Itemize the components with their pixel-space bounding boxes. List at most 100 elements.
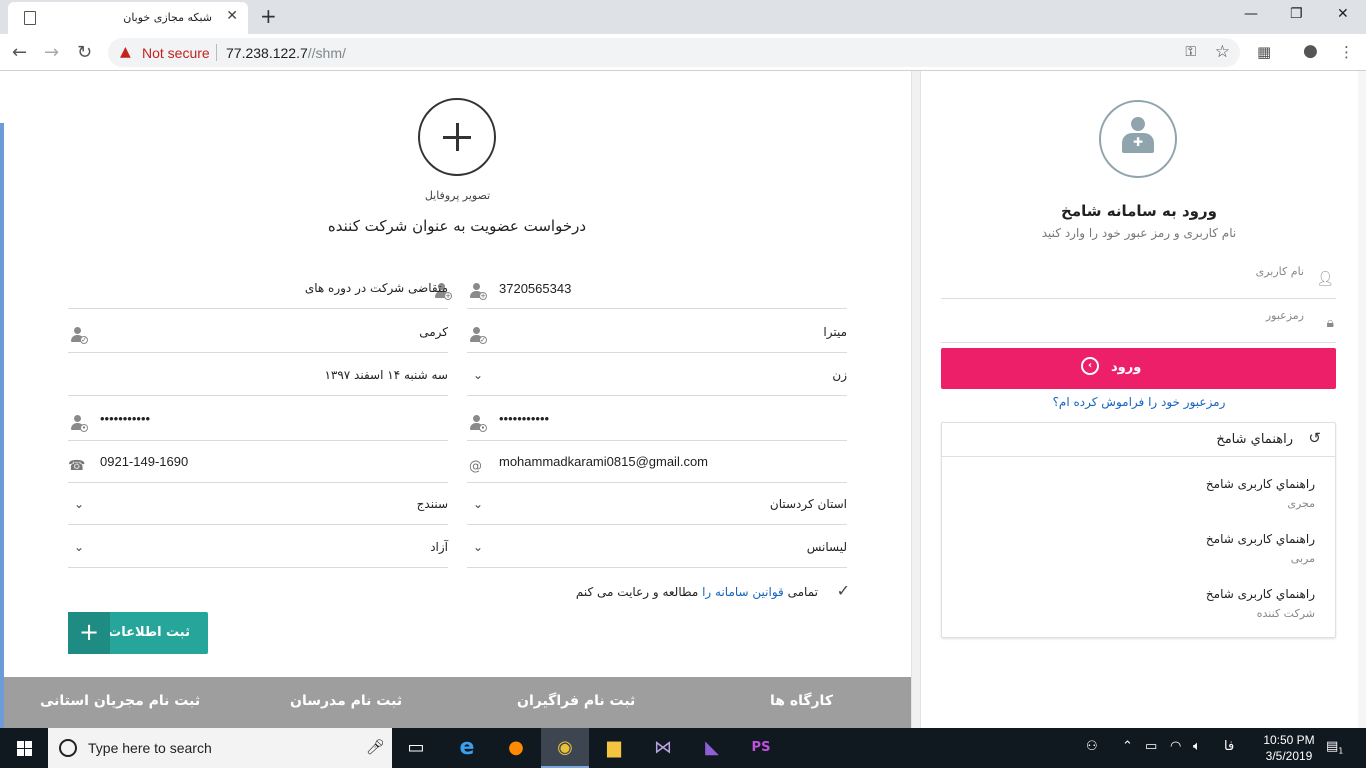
visual-studio-2-icon[interactable]: ◣ <box>688 728 736 768</box>
password-field[interactable]: • ••••••••••• <box>467 401 847 441</box>
guide-item-role: مجری <box>1287 497 1315 510</box>
education-select[interactable]: ⌄ لیسانس <box>467 530 847 568</box>
warning-icon[interactable]: ▲ <box>120 44 131 60</box>
star-icon[interactable]: ☆ <box>1215 42 1230 62</box>
security-label[interactable]: Not secure <box>142 45 210 61</box>
reload-button[interactable]: ↻ <box>77 42 92 63</box>
page-scrollbar[interactable] <box>1358 71 1366 728</box>
guide-item-role: شرکت کننده <box>1256 607 1315 620</box>
profile-icon[interactable]: ● <box>1303 41 1318 61</box>
guide-item-title: راهنماي کاربری شامخ <box>1205 477 1315 491</box>
birth-date-field[interactable]: سه شنبه ۱۴ اسفند ۱۳۹۷ <box>68 358 448 396</box>
taskbar-search[interactable]: Type here to search 🎤︎ <box>48 728 392 768</box>
menu-icon[interactable]: ⋮ <box>1339 43 1354 61</box>
terms-link[interactable]: قوانین سامانه را <box>702 585 784 599</box>
browser-tab[interactable]: شبکه مجازی خوبان ✕ <box>8 2 248 34</box>
back-button[interactable]: ← <box>12 42 27 63</box>
footer-nav-provincial[interactable]: ثبت نام مجریان استانی <box>40 693 200 709</box>
guide-item-trainer[interactable]: راهنماي کاربری شامخ مربی <box>1015 532 1315 565</box>
chevron-down-icon: ⌄ <box>473 540 484 554</box>
footer-nav-teachers[interactable]: ثبت نام مدرسان <box>290 693 402 709</box>
gender-select[interactable]: ⌄ زن <box>467 358 847 396</box>
volume-icon[interactable]: 🔈︎ <box>1193 739 1201 754</box>
login-button[interactable]: ورود ‹ <box>941 348 1336 389</box>
chevron-up-icon[interactable]: ⌃ <box>1122 739 1133 754</box>
left-edge-accent <box>0 123 4 728</box>
gender-value: زن <box>832 368 847 382</box>
people-icon[interactable]: ⚇ <box>1086 739 1098 754</box>
panel-divider <box>911 71 921 728</box>
extension-icon[interactable]: ▦ <box>1257 43 1271 61</box>
national-id-field[interactable]: + 3720565343 <box>467 271 847 309</box>
forward-button[interactable]: → <box>44 42 59 63</box>
new-tab-button[interactable]: + <box>260 4 277 28</box>
task-view-icon[interactable]: ▭ <box>392 728 440 768</box>
language-indicator[interactable]: فا <box>1224 739 1234 754</box>
forgot-password-link[interactable]: رمزعبور خود را فراموش کرده ام؟ <box>1000 395 1278 409</box>
url-text[interactable]: 77.238.122.7//shm/ <box>226 45 346 61</box>
last-name-value: کرمی <box>419 325 448 339</box>
phone-field[interactable]: ☎ 0921-149-1690 <box>68 444 448 483</box>
university-value: آزاد <box>430 540 448 554</box>
password-confirm-field[interactable]: • ••••••••••• <box>68 401 448 441</box>
edge-icon[interactable]: e <box>443 728 491 768</box>
chrome-icon[interactable]: ◉ <box>541 728 589 768</box>
first-name-field[interactable]: ✓ میترا <box>467 315 847 353</box>
email-value: mohammadkarami0815@gmail.com <box>499 454 708 469</box>
tab-title: شبکه مجازی خوبان <box>123 11 212 24</box>
person-lock-icon: • <box>68 415 88 433</box>
microphone-icon[interactable]: 🎤︎ <box>366 738 385 756</box>
check-icon[interactable]: ✓ <box>837 581 850 600</box>
last-name-field[interactable]: ✓ کرمی <box>68 315 448 353</box>
submit-button[interactable]: ثبت اطلاعات + <box>68 612 208 654</box>
person-icon: ✓ <box>68 327 88 345</box>
password-input[interactable]: رمزعبور 🔒︎ <box>941 303 1336 343</box>
notification-icon[interactable]: ▤1 <box>1326 739 1343 756</box>
person-icon: 👤︎ <box>1316 271 1334 287</box>
chevron-down-icon: ⌄ <box>74 540 85 554</box>
terms-text: تمامی قوانین سامانه را مطالعه و رعایت می… <box>576 585 818 599</box>
participation-request-field[interactable]: + متقاضی شرکت در دوره های <box>68 271 452 309</box>
footer-nav-learners[interactable]: ثبت نام فراگیران <box>517 693 635 709</box>
minimize-button[interactable]: — <box>1244 6 1258 22</box>
guide-item-participant[interactable]: راهنماي کاربری شامخ شرکت کننده <box>1015 587 1315 620</box>
profile-image-upload[interactable] <box>418 98 496 176</box>
university-select[interactable]: ⌄ آزاد <box>68 530 448 568</box>
phone-icon: ☎ <box>68 458 86 474</box>
city-select[interactable]: ⌄ سنندج <box>68 487 448 525</box>
clock-time: 10:50 PM <box>1263 733 1315 747</box>
taskbar-clock[interactable]: 10:50 PM 3/5/2019 <box>1254 732 1324 764</box>
firefox-icon[interactable]: ● <box>492 728 540 768</box>
guide-item-executor[interactable]: راهنماي کاربری شامخ مجری <box>1015 477 1315 510</box>
restore-button[interactable]: ❐ <box>1290 6 1303 22</box>
page-icon <box>24 11 36 25</box>
cortana-icon <box>59 739 77 757</box>
wifi-icon[interactable]: ◠ <box>1170 739 1181 754</box>
visual-studio-icon[interactable]: ⋈ <box>639 728 687 768</box>
start-button[interactable] <box>0 728 48 768</box>
guide-card: ↺ راهنماي شامخ راهنماي کاربری شامخ مجری … <box>941 422 1336 638</box>
address-separator <box>216 44 217 61</box>
form-title: درخواست عضویت به عنوان شرکت کننده <box>327 217 587 235</box>
province-select[interactable]: ⌄ استان کردستان <box>467 487 847 525</box>
province-value: استان کردستان <box>769 497 847 511</box>
windows-taskbar: Type here to search 🎤︎ ▭ e ● ◉ ▆ ⋈ ◣ PS … <box>0 728 1366 768</box>
terms-prefix: تمامی <box>787 585 818 599</box>
address-bar[interactable]: ▲ Not secure 77.238.122.7//shm/ ⚿ ☆ <box>108 38 1240 67</box>
person-icon: ✓ <box>467 327 487 345</box>
birth-date-value: سه شنبه ۱۴ اسفند ۱۳۹۷ <box>324 368 448 382</box>
email-field[interactable]: @ mohammadkarami0815@gmail.com <box>467 444 847 483</box>
password-value: ••••••••••• <box>499 411 550 426</box>
tab-close-icon[interactable]: ✕ <box>226 8 238 24</box>
username-placeholder: نام کاربری <box>1255 265 1304 278</box>
file-explorer-icon[interactable]: ▆ <box>590 728 638 768</box>
national-id-value: 3720565343 <box>499 281 572 296</box>
browser-tab-strip: شبکه مجازی خوبان ✕ + — ❐ ✕ <box>0 0 1366 34</box>
plus-icon-vertical <box>456 123 459 151</box>
phpstorm-icon[interactable]: PS <box>737 728 785 768</box>
username-input[interactable]: نام کاربری 👤︎ <box>941 259 1336 299</box>
footer-nav-workshops[interactable]: کارگاه ها <box>770 693 833 709</box>
close-window-button[interactable]: ✕ <box>1337 6 1349 22</box>
battery-icon[interactable]: ▭ <box>1145 739 1157 754</box>
key-icon[interactable]: ⚿ <box>1185 44 1196 60</box>
